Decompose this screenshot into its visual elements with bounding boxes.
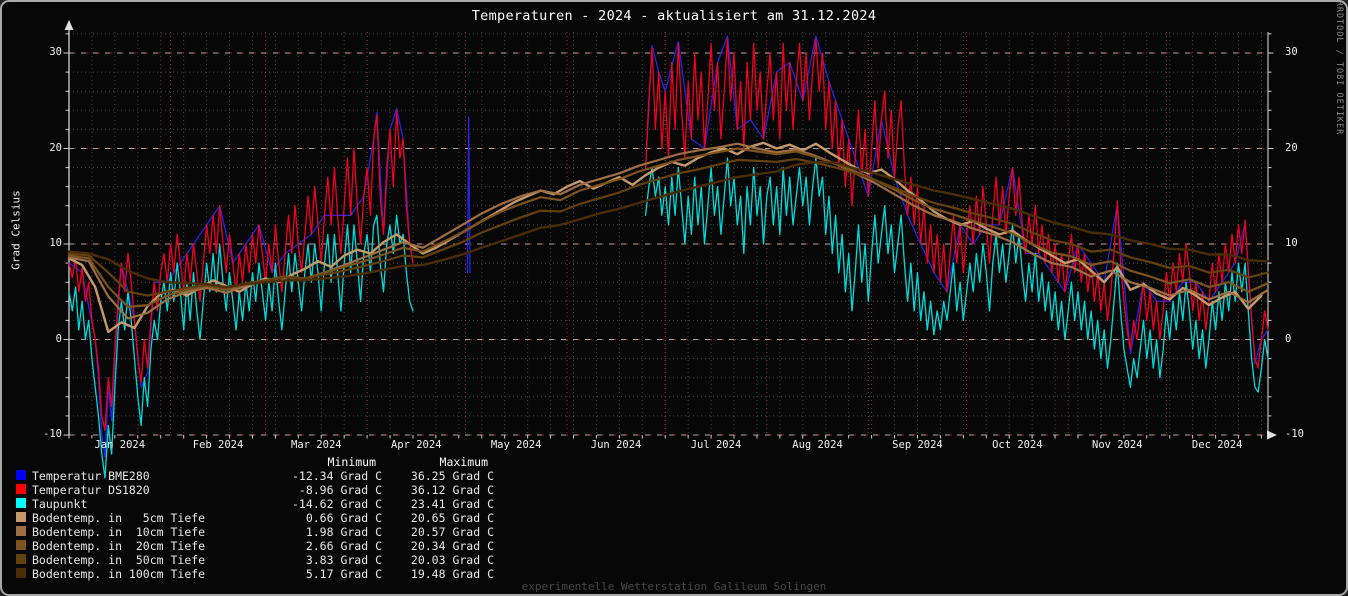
y-axis-tick-label-right: 10	[1285, 237, 1321, 249]
x-axis-month-label: May 2024	[473, 439, 559, 451]
legend-color-swatch	[16, 470, 26, 480]
legend-min-header: Minimum	[232, 455, 376, 469]
legend-max-value: 20.57 Grad C	[382, 525, 494, 539]
y-axis-tick-label: 10	[26, 237, 62, 249]
legend-series-label: Bodentemp. in 20cm Tiefe	[32, 539, 205, 553]
legend-color-swatch	[16, 540, 26, 550]
station-footer: experimentelle Wetterstation Galileum So…	[2, 580, 1346, 593]
legend-series-label: Temperatur BME280	[32, 469, 150, 483]
y-axis-tick-label: 30	[26, 46, 62, 58]
legend-max-value: 20.03 Grad C	[382, 553, 494, 567]
legend-series-label: Temperatur DS1820	[32, 483, 150, 497]
legend-min-value: 5.17 Grad C	[232, 567, 382, 581]
x-axis-month-label: Feb 2024	[175, 439, 261, 451]
x-axis-month-label: Jul 2024	[673, 439, 759, 451]
y-axis-tick-label: 20	[26, 142, 62, 154]
y-axis-label: Grad Celsius	[10, 190, 23, 269]
legend-row: Bodentemp. in 10cm Tiefe 1.98 Grad C20.57…	[2, 525, 542, 539]
legend-row: Bodentemp. in 5cm Tiefe 0.66 Grad C20.65 …	[2, 511, 542, 525]
y-axis-tick-label: -10	[26, 428, 62, 440]
legend-max-header: Maximum	[382, 455, 488, 469]
legend-max-value: 36.25 Grad C	[382, 469, 494, 483]
x-axis-month-label: Nov 2024	[1074, 439, 1160, 451]
legend-series-label: Bodentemp. in 50cm Tiefe	[32, 553, 205, 567]
legend-row: Taupunkt -14.62 Grad C23.41 Grad C	[2, 497, 542, 511]
legend-row: Temperatur DS1820 -8.96 Grad C36.12 Grad …	[2, 483, 542, 497]
legend-min-value: 3.83 Grad C	[232, 553, 382, 567]
legend-color-swatch	[16, 568, 26, 578]
legend-color-swatch	[16, 554, 26, 564]
legend-row: Bodentemp. in 100cm Tiefe 5.17 Grad C19.4…	[2, 567, 542, 581]
legend-row: Temperatur BME280 -12.34 Grad C36.25 Grad…	[2, 469, 542, 483]
legend-max-value: 19.48 Grad C	[382, 567, 494, 581]
legend-row: Bodentemp. in 50cm Tiefe 3.83 Grad C20.03…	[2, 553, 542, 567]
x-axis-month-label: Aug 2024	[775, 439, 861, 451]
chart-canvas: Temperaturen - 2024 - aktualisiert am 31…	[0, 0, 1348, 596]
legend-max-value: 20.65 Grad C	[382, 511, 494, 525]
legend-color-swatch	[16, 526, 26, 536]
x-axis-month-label: Sep 2024	[874, 439, 960, 451]
y-axis-tick-label-right: 20	[1285, 142, 1321, 154]
legend-color-swatch	[16, 484, 26, 494]
legend-series-label: Bodentemp. in 5cm Tiefe	[32, 511, 205, 525]
legend-series-label: Bodentemp. in 100cm Tiefe	[32, 567, 205, 581]
legend-min-value: 0.66 Grad C	[232, 511, 382, 525]
legend-row: Bodentemp. in 20cm Tiefe 2.66 Grad C20.34…	[2, 539, 542, 553]
legend-max-value: 23.41 Grad C	[382, 497, 494, 511]
x-axis-month-label: Apr 2024	[373, 439, 459, 451]
y-axis-tick-label-right: 0	[1285, 333, 1321, 345]
x-axis-month-label: Jun 2024	[573, 439, 659, 451]
legend-series-label: Bodentemp. in 10cm Tiefe	[32, 525, 205, 539]
y-axis-tick-label: 0	[26, 333, 62, 345]
legend-min-value: 2.66 Grad C	[232, 539, 382, 553]
legend-min-value: -14.62 Grad C	[232, 497, 382, 511]
legend-max-value: 36.12 Grad C	[382, 483, 494, 497]
legend-max-value: 20.34 Grad C	[382, 539, 494, 553]
x-axis-month-label: Mar 2024	[273, 439, 359, 451]
legend-min-value: -12.34 Grad C	[232, 469, 382, 483]
y-axis-tick-label-right: -10	[1285, 428, 1321, 440]
x-axis-month-label: Oct 2024	[974, 439, 1060, 451]
y-axis-tick-label-right: 30	[1285, 46, 1321, 58]
legend-series-label: Taupunkt	[32, 497, 87, 511]
chart-title: Temperaturen - 2024 - aktualisiert am 31…	[2, 8, 1346, 24]
legend-color-swatch	[16, 512, 26, 522]
x-axis-month-label: Dec 2024	[1174, 439, 1260, 451]
x-axis-month-label: Jan 2024	[77, 439, 163, 451]
rrdtool-watermark: RRDTOOL / TOBI OETIKER	[1334, 1, 1344, 136]
legend-min-value: -8.96 Grad C	[232, 483, 382, 497]
legend-min-value: 1.98 Grad C	[232, 525, 382, 539]
legend-color-swatch	[16, 498, 26, 508]
